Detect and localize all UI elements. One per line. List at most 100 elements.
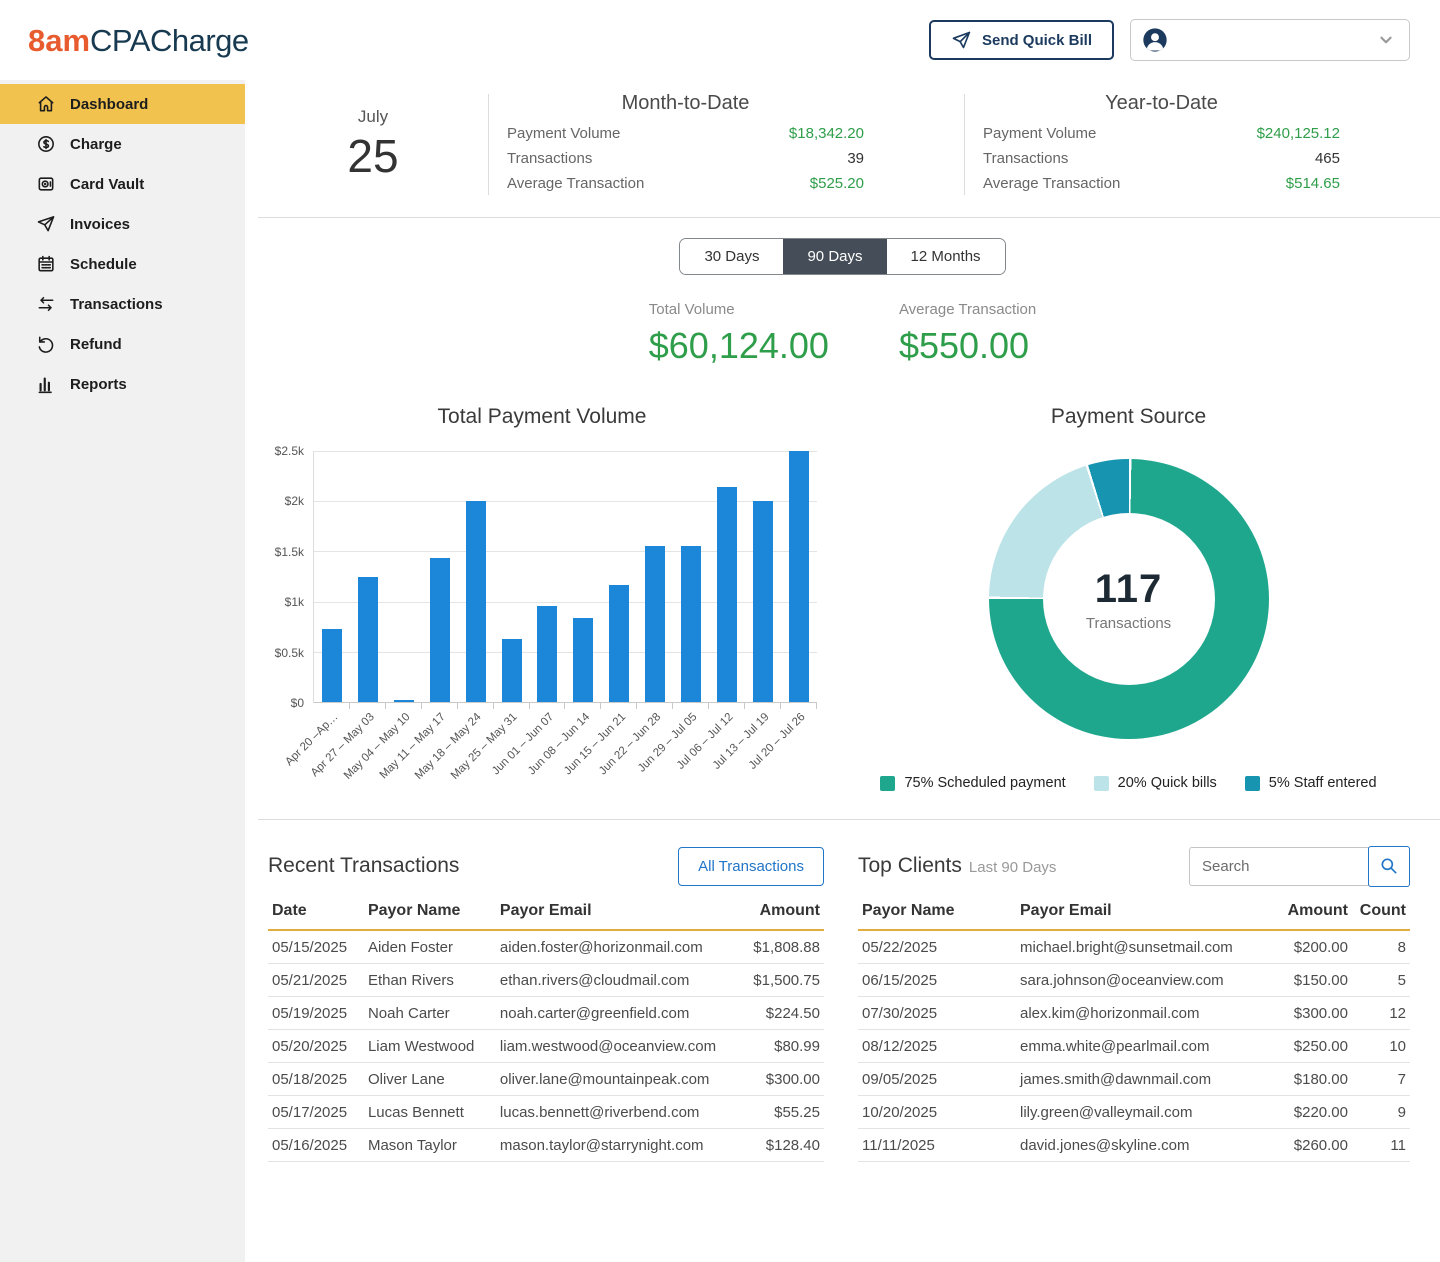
stat-row: Transactions465	[983, 146, 1340, 171]
bar	[358, 577, 378, 703]
donut-center-label: Transactions	[1086, 615, 1171, 632]
table-cell: $1,808.88	[720, 930, 824, 964]
total-payment-volume-chart: Total Payment Volume $0$0.5k$1k$1.5k$2k$…	[245, 393, 817, 791]
bar	[502, 639, 522, 702]
table-cell: 5	[1352, 964, 1410, 997]
table-cell: $300.00	[720, 1063, 824, 1096]
bar	[681, 546, 701, 702]
bar	[645, 546, 665, 702]
column-header: Payor Name	[364, 896, 496, 930]
sidebar-item-invoices[interactable]: Invoices	[0, 204, 245, 244]
legend-item: 5% Staff entered	[1245, 775, 1377, 791]
bar-cell: Jul 20 – Jul 26	[781, 451, 817, 702]
search-input[interactable]	[1189, 847, 1369, 886]
sidebar-item-dashboard[interactable]: Dashboard	[0, 84, 245, 124]
sidebar-item-schedule[interactable]: Schedule	[0, 244, 245, 284]
bar	[322, 629, 342, 702]
table-row: 05/22/2025michael.bright@sunsetmail.com$…	[858, 930, 1410, 964]
logo-cpacharge: CPACharge	[90, 23, 249, 58]
search-button[interactable]	[1368, 846, 1410, 887]
stat-value: $240,125.12	[1257, 125, 1340, 142]
bar	[430, 558, 450, 702]
date-day: 25	[347, 129, 398, 183]
send-quick-bill-label: Send Quick Bill	[982, 32, 1092, 49]
table-cell: 09/05/2025	[858, 1063, 1016, 1096]
table-cell: 07/30/2025	[858, 997, 1016, 1030]
table-cell: 05/20/2025	[268, 1030, 364, 1063]
bar	[394, 700, 414, 702]
sidebar-item-transactions[interactable]: Transactions	[0, 284, 245, 324]
bar-cell: Jun 15 – Jun 21	[601, 451, 637, 702]
table-cell: 05/21/2025	[268, 964, 364, 997]
sidebar-item-label: Dashboard	[70, 96, 148, 113]
sidebar-item-label: Transactions	[70, 296, 163, 313]
table-cell: $80.99	[720, 1030, 824, 1063]
stat-value: $514.65	[1286, 175, 1340, 192]
table-cell: Mason Taylor	[364, 1129, 496, 1162]
table-cell: 10	[1352, 1030, 1410, 1063]
month-to-date-section: Month-to-Date Payment Volume$18,342.20Tr…	[489, 88, 964, 201]
table-cell: aiden.foster@horizonmail.com	[496, 930, 720, 964]
sidebar-item-card-vault[interactable]: Card Vault	[0, 164, 245, 204]
table-cell: 8	[1352, 930, 1410, 964]
table-cell: 05/19/2025	[268, 997, 364, 1030]
legend-swatch	[880, 776, 895, 791]
user-menu[interactable]	[1130, 19, 1410, 61]
sidebar-item-refund[interactable]: Refund	[0, 324, 245, 364]
table-row: 07/30/2025alex.kim@horizonmail.com$300.0…	[858, 997, 1410, 1030]
table-cell: $300.00	[1256, 997, 1352, 1030]
transfer-arrows-icon	[36, 294, 56, 314]
column-header: Payor Name	[858, 896, 1016, 930]
bar-cell: May 18 – May 24	[458, 451, 494, 702]
table-cell: 9	[1352, 1096, 1410, 1129]
all-transactions-button[interactable]: All Transactions	[678, 847, 824, 886]
year-to-date-section: Year-to-Date Payment Volume$240,125.12Tr…	[965, 88, 1440, 201]
bar-cell: May 11 – May 17	[422, 451, 458, 702]
column-header: Count	[1352, 896, 1410, 930]
stat-label: Average Transaction	[507, 175, 644, 192]
tables-row: Recent Transactions All Transactions Dat…	[245, 820, 1440, 1162]
top-clients-subtitle: Last 90 Days	[969, 859, 1057, 876]
stat-label: Transactions	[983, 150, 1068, 167]
dollar-circle-icon	[36, 134, 56, 154]
table-cell: Liam Westwood	[364, 1030, 496, 1063]
bar	[753, 501, 773, 702]
legend-item: 75% Scheduled payment	[880, 775, 1065, 791]
table-row: 11/11/2025david.jones@skyline.com$260.00…	[858, 1129, 1410, 1162]
legend-label: 20% Quick bills	[1118, 775, 1217, 791]
send-quick-bill-button[interactable]: Send Quick Bill	[929, 20, 1114, 60]
table-cell: david.jones@skyline.com	[1016, 1129, 1256, 1162]
donut-legend: 75% Scheduled payment 20% Quick bills 5% S…	[880, 775, 1376, 791]
sidebar-item-label: Schedule	[70, 256, 137, 273]
total-volume-value: $60,124.00	[649, 325, 829, 367]
bar-cell: Jul 06 – Jul 12	[709, 451, 745, 702]
bar	[609, 585, 629, 702]
tab-30-days[interactable]: 30 Days	[680, 239, 783, 274]
table-cell: Noah Carter	[364, 997, 496, 1030]
bar-cell: Jun 01 – Jun 07	[530, 451, 566, 702]
paper-plane-icon	[36, 214, 56, 234]
legend-swatch	[1245, 776, 1260, 791]
column-header: Amount	[1256, 896, 1352, 930]
stat-row: Average Transaction$514.65	[983, 171, 1340, 196]
sidebar-item-charge[interactable]: Charge	[0, 124, 245, 164]
table-cell: 12	[1352, 997, 1410, 1030]
date-month: July	[358, 107, 388, 127]
average-transaction-value: $550.00	[899, 325, 1036, 367]
stat-value: $525.20	[810, 175, 864, 192]
table-cell: 05/16/2025	[268, 1129, 364, 1162]
tab-90-days[interactable]: 90 Days	[783, 239, 886, 274]
y-axis-tick-label: $1k	[285, 595, 304, 609]
legend-item: 20% Quick bills	[1094, 775, 1217, 791]
table-cell: noah.carter@greenfield.com	[496, 997, 720, 1030]
table-cell: Ethan Rivers	[364, 964, 496, 997]
sidebar-item-reports[interactable]: Reports	[0, 364, 245, 404]
table-cell: Oliver Lane	[364, 1063, 496, 1096]
table-cell: 05/22/2025	[858, 930, 1016, 964]
bar-chart-plot: Apr 20 –Ap…Apr 27 – May 03May 04 – May 1…	[313, 451, 817, 703]
tab-12-months[interactable]: 12 Months	[887, 239, 1005, 274]
table-row: 05/16/2025Mason Taylormason.taylor@starr…	[268, 1129, 824, 1162]
stat-row: Transactions39	[507, 146, 864, 171]
donut-chart-title: Payment Source	[1051, 405, 1206, 429]
main-content: July 25 Month-to-Date Payment Volume$18,…	[245, 80, 1440, 1262]
